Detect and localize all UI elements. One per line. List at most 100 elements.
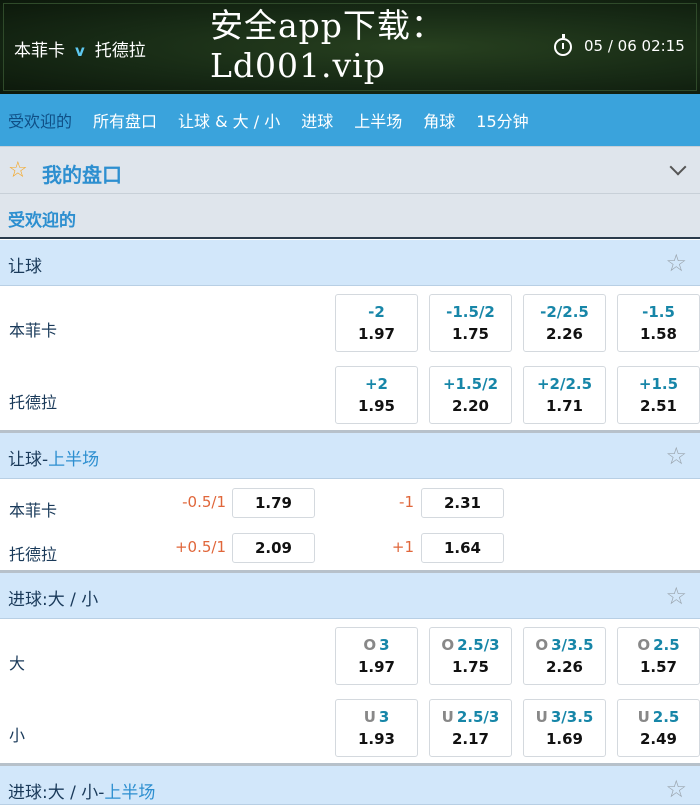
handicap-line: +0.5/1 xyxy=(174,538,226,556)
odds-value: 1.95 xyxy=(357,397,395,415)
handicap-line: +1.5 xyxy=(638,375,679,393)
odds-button[interactable]: 2.31 xyxy=(421,488,504,518)
section-title: 进球:大 / 小-上半场 xyxy=(8,778,155,803)
odds-button[interactable]: -1.5/2 1.75 xyxy=(429,294,512,352)
match-header: 本菲卡 v 托德拉 安全app下载： Ld001.vip 05 / 06 02:15 xyxy=(0,0,700,94)
total-line: 3 xyxy=(378,708,390,726)
tab-15-minutes[interactable]: 15分钟 xyxy=(476,108,528,132)
odds-value: 1.71 xyxy=(545,397,583,415)
odds-value: 2.20 xyxy=(451,397,489,415)
odds-button[interactable]: -2 1.97 xyxy=(335,294,418,352)
market-tabs: 受欢迎的 所有盘口 让球 & 大 / 小 进球 上半场 角球 15分钟 xyxy=(0,94,700,146)
section-title-period: 上半场 xyxy=(104,783,156,803)
odds-button[interactable]: +2 1.95 xyxy=(335,366,418,424)
tab-popular[interactable]: 受欢迎的 xyxy=(8,108,72,132)
popular-header: 受欢迎的 xyxy=(0,194,700,239)
odds-button[interactable]: -1.5 1.58 xyxy=(617,294,700,352)
odds-button[interactable]: +1.5/2 2.20 xyxy=(429,366,512,424)
under-prefix: U xyxy=(363,708,376,726)
team-label: 大 xyxy=(9,654,26,673)
my-markets-title: 我的盘口 xyxy=(42,163,122,187)
team-label: 本菲卡 xyxy=(9,321,58,340)
total-line: 2.5/3 xyxy=(457,636,500,654)
under-prefix: U xyxy=(441,708,454,726)
team-label: 本菲卡 xyxy=(9,501,58,520)
odds-value: 2.26 xyxy=(545,325,583,343)
section-totals-header[interactable]: 进球:大 / 小 ☆ xyxy=(0,573,700,619)
odds-value: 1.75 xyxy=(451,658,489,676)
tab-first-half[interactable]: 上半场 xyxy=(354,108,402,132)
odds-button[interactable]: U 2.5 2.49 xyxy=(617,699,700,757)
odds-button[interactable]: 1.79 xyxy=(232,488,315,518)
tab-handicap-totals[interactable]: 让球 & 大 / 小 xyxy=(178,108,280,132)
favorite-star-icon[interactable]: ☆ xyxy=(665,249,687,277)
odds-value: 2.49 xyxy=(639,730,677,748)
favorite-star-icon[interactable]: ☆ xyxy=(665,775,687,803)
handicap-line: -1.5 xyxy=(642,303,675,321)
odds-value: 1.58 xyxy=(639,325,677,343)
over-prefix: O xyxy=(441,636,455,654)
section-title: 让球-上半场 xyxy=(8,445,99,470)
odds-value: 2.26 xyxy=(545,658,583,676)
odds-button[interactable]: U 3/3.5 1.69 xyxy=(523,699,606,757)
section-handicap-half-header[interactable]: 让球-上半场 ☆ xyxy=(0,433,700,479)
total-line: 3/3.5 xyxy=(550,708,594,726)
chevron-down-icon[interactable] xyxy=(669,158,687,176)
handicap-line: -1.5/2 xyxy=(446,303,495,321)
section-title-period: 上半场 xyxy=(48,450,100,470)
favorite-star-icon[interactable]: ☆ xyxy=(665,582,687,610)
star-outline-icon: ☆ xyxy=(8,158,28,183)
odds-button[interactable]: 1.64 xyxy=(421,533,504,563)
team-label: 托德拉 xyxy=(9,393,58,412)
home-team: 本菲卡 xyxy=(14,41,65,61)
tab-goals[interactable]: 进球 xyxy=(301,108,333,132)
favorite-star-icon[interactable]: ☆ xyxy=(665,442,687,470)
section-title: 进球:大 / 小 xyxy=(8,590,99,610)
section-handicap-header[interactable]: 让球 ☆ xyxy=(0,240,700,286)
under-prefix: U xyxy=(637,708,650,726)
odds-button[interactable]: 2.09 xyxy=(232,533,315,563)
handicap-line: +1.5/2 xyxy=(442,375,499,393)
odds-value: 2.17 xyxy=(451,730,489,748)
over-prefix: O xyxy=(363,636,377,654)
odds-value: 1.97 xyxy=(357,658,395,676)
total-line: 2.5/3 xyxy=(456,708,500,726)
team-label: 小 xyxy=(9,726,26,745)
odds-button[interactable]: O 2.5 1.57 xyxy=(617,627,700,685)
tab-all-markets[interactable]: 所有盘口 xyxy=(93,108,157,132)
total-line: 3 xyxy=(379,636,390,654)
odds-button[interactable]: O 2.5/3 1.75 xyxy=(429,627,512,685)
match-teams: 本菲卡 v 托德拉 xyxy=(14,36,146,61)
odds-value: 1.97 xyxy=(357,325,395,343)
tab-corners[interactable]: 角球 xyxy=(423,108,455,132)
handicap-line: +2/2.5 xyxy=(536,375,593,393)
handicap-line: -1 xyxy=(399,493,414,511)
handicap-line: -2/2.5 xyxy=(540,303,589,321)
under-prefix: U xyxy=(535,708,548,726)
odds-button[interactable]: O 3/3.5 2.26 xyxy=(523,627,606,685)
handicap-line: +1 xyxy=(391,538,414,556)
versus-label: v xyxy=(75,42,85,60)
over-prefix: O xyxy=(637,636,651,654)
promo-watermark: 安全app下载： Ld001.vip xyxy=(210,6,445,85)
odds-value: 2.51 xyxy=(639,397,677,415)
odds-button[interactable]: +2/2.5 1.71 xyxy=(523,366,606,424)
odds-button[interactable]: +1.5 2.51 xyxy=(617,366,700,424)
section-totals-half-header[interactable]: 进球:大 / 小-上半场 ☆ xyxy=(0,766,700,805)
section-title-main: 进球:大 / 小- xyxy=(8,783,105,803)
my-markets-bar[interactable]: ☆ 我的盘口 xyxy=(0,146,700,194)
odds-button[interactable]: U 3 1.93 xyxy=(335,699,418,757)
team-label: 托德拉 xyxy=(9,545,58,564)
odds-button[interactable]: U 2.5/3 2.17 xyxy=(429,699,512,757)
odds-button[interactable]: O 3 1.97 xyxy=(335,627,418,685)
away-team: 托德拉 xyxy=(94,41,146,61)
popular-label: 受欢迎的 xyxy=(8,211,76,231)
odds-button[interactable]: -2/2.5 2.26 xyxy=(523,294,606,352)
over-prefix: O xyxy=(535,636,549,654)
total-line: 3/3.5 xyxy=(551,636,594,654)
handicap-line: +2 xyxy=(364,375,388,393)
odds-value: 1.69 xyxy=(545,730,583,748)
stopwatch-icon xyxy=(554,34,572,56)
match-datetime: 05 / 06 02:15 xyxy=(584,37,685,55)
odds-value: 1.93 xyxy=(357,730,395,748)
